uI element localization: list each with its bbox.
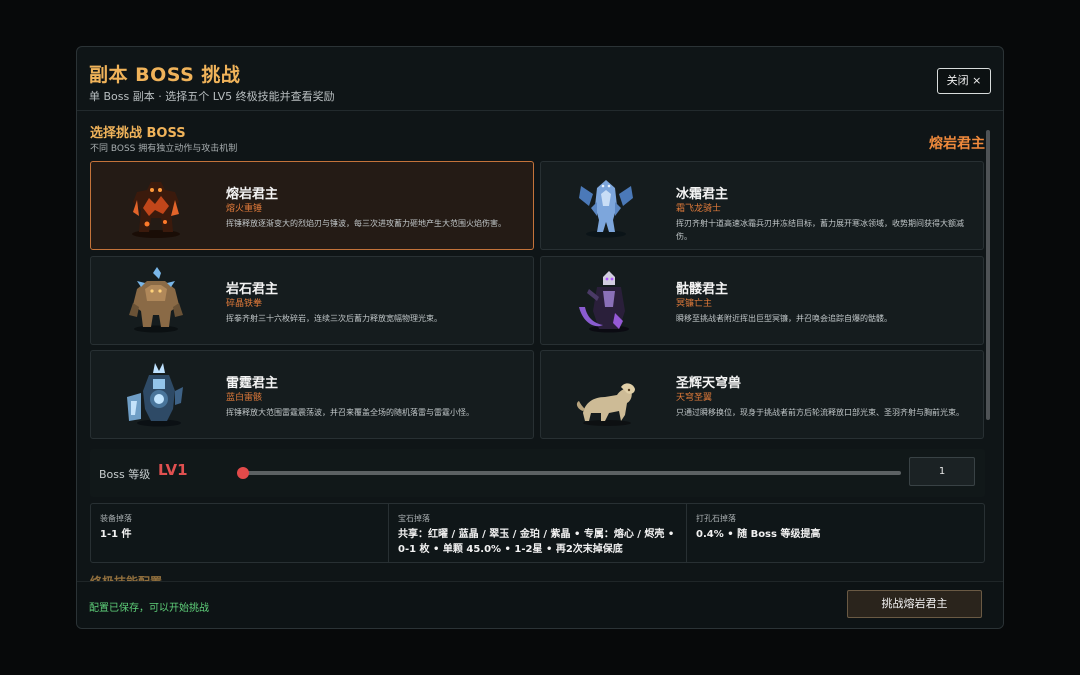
equipment-drop-cell: 装备掉落 1-1 件: [91, 504, 389, 562]
boss-card-skeleton[interactable]: 骷髅君主 冥镰亡主 瞬移至挑战者附近挥出巨型冥镰，并召唤会追踪自爆的骷髅。: [540, 256, 984, 345]
boss-tag: 天穹圣翼: [676, 393, 713, 403]
celestial-beast-icon: [576, 383, 635, 426]
boss-card-frost[interactable]: 冰霜君主 霜飞龙骑士 挥刃齐射十道高速冰霜兵刃并冻结目标，蓄力展开寒冰领域，收势…: [540, 161, 984, 250]
challenge-button[interactable]: 挑战熔岩君主: [847, 590, 982, 618]
drop-info-panel: 装备掉落 1-1 件 宝石掉落 共享：红曜 / 蓝晶 / 翠玉 / 金珀 / 紫…: [90, 503, 985, 563]
boss-level-slider[interactable]: [239, 471, 901, 475]
modal-header: 副本 BOSS 挑战 单 Boss 副本 · 选择五个 LV5 终极技能并查看奖…: [77, 47, 1003, 111]
boss-desc: 挥刃齐射十道高速冰霜兵刃并冻结目标，蓄力展开寒冰领域，收势期间获得大额减伤。: [676, 219, 964, 241]
selected-boss-name: 熔岩君主: [929, 136, 985, 152]
close-button[interactable]: 关闭 ×: [937, 68, 991, 94]
boss-desc: 瞬移至挑战者附近挥出巨型冥镰，并召唤会追踪自爆的骷髅。: [676, 314, 892, 323]
boss-tag: 熔火重锤: [226, 204, 263, 214]
boss-level-row: Boss 等级 LV1 1: [90, 449, 985, 497]
rock-golem-icon: [129, 267, 183, 333]
boss-card-lava[interactable]: 熔岩君主 熔火重锤 挥锤释放逐渐变大的烈焰刃与锤波，每三次进攻蓄力砸地产生大范围…: [90, 161, 534, 250]
boss-level-input[interactable]: 1: [909, 457, 975, 486]
boss-desc: 挥锤释放大范围雷霆震荡波，并召来覆盖全场的随机落雷与雷霆小怪。: [226, 408, 474, 417]
boss-card-thunder[interactable]: 雷霆君主 蓝白雷骸 挥锤释放大范围雷霆震荡波，并召来覆盖全场的随机落雷与雷霆小怪…: [90, 350, 534, 439]
drop-heading: 宝石掉落: [398, 514, 430, 523]
section-subtitle: 不同 BOSS 拥有独立动作与攻击机制: [90, 144, 238, 154]
drop-value: 共享：红曜 / 蓝晶 / 翠玉 / 金珀 / 紫晶 • 专属：熔心 / 烬壳 •…: [398, 529, 675, 555]
punch-stone-drop-cell: 打孔石掉落 0.4% • 随 Boss 等级提高: [687, 504, 984, 562]
boss-level-label: Boss 等级: [99, 468, 151, 481]
boss-card-rock[interactable]: 岩石君主 碎晶铁拳 挥拳齐射三十六枚碎岩，连续三次后蓄力释放宽幅物理光束。: [90, 256, 534, 345]
content-scrollbar[interactable]: [986, 130, 990, 420]
modal-content[interactable]: 选择挑战 BOSS 不同 BOSS 拥有独立动作与攻击机制 熔岩君主 熔岩君主: [77, 112, 987, 582]
boss-card-celestial[interactable]: 圣辉天穹兽 天穹圣翼 只通过瞬移换位，现身于挑战者前方后轮流释放口部光束、圣羽齐…: [540, 350, 984, 439]
boss-name: 骷髅君主: [676, 282, 729, 297]
modal-title: 副本 BOSS 挑战: [89, 64, 241, 86]
modal-subtitle: 单 Boss 副本 · 选择五个 LV5 终极技能并查看奖励: [89, 90, 335, 103]
section-title: 选择挑战 BOSS: [90, 126, 186, 141]
boss-name: 雷霆君主: [226, 376, 279, 391]
frost-knight-icon: [579, 180, 633, 238]
boss-tag: 冥镰亡主: [676, 299, 713, 309]
boss-tag: 蓝白雷骸: [226, 393, 263, 403]
thunder-lord-icon: [127, 363, 183, 427]
lava-golem-icon: [132, 182, 180, 238]
boss-tag: 霜飞龙骑士: [676, 204, 722, 214]
boss-name: 圣辉天穹兽: [676, 376, 742, 391]
drop-value: 1-1 件: [100, 529, 132, 540]
boss-name: 冰霜君主: [676, 187, 729, 202]
boss-desc: 只通过瞬移换位，现身于挑战者前方后轮流释放口部光束、圣羽齐射与胸前光束。: [676, 408, 964, 417]
boss-level-slider-thumb[interactable]: [237, 467, 249, 479]
boss-desc: 挥拳齐射三十六枚碎岩，连续三次后蓄力释放宽幅物理光束。: [226, 314, 442, 323]
boss-desc: 挥锤释放逐渐变大的烈焰刃与锤波，每三次进攻蓄力砸地产生大范围火焰伤害。: [226, 219, 506, 228]
skeleton-lord-icon: [579, 271, 629, 333]
drop-heading: 打孔石掉落: [696, 514, 736, 523]
drop-heading: 装备掉落: [100, 514, 132, 523]
drop-value: 0.4% • 随 Boss 等级提高: [696, 529, 821, 540]
save-status: 配置已保存，可以开始挑战: [89, 603, 209, 614]
gem-drop-cell: 宝石掉落 共享：红曜 / 蓝晶 / 翠玉 / 金珀 / 紫晶 • 专属：熔心 /…: [389, 504, 687, 562]
boss-name: 岩石君主: [226, 282, 279, 297]
boss-tag: 碎晶铁拳: [226, 299, 263, 309]
modal-footer: 配置已保存，可以开始挑战 挑战熔岩君主: [77, 581, 1003, 628]
boss-name: 熔岩君主: [226, 187, 279, 202]
boss-challenge-modal: 副本 BOSS 挑战 单 Boss 副本 · 选择五个 LV5 终极技能并查看奖…: [76, 46, 1004, 629]
boss-level-value: LV1: [158, 461, 188, 479]
